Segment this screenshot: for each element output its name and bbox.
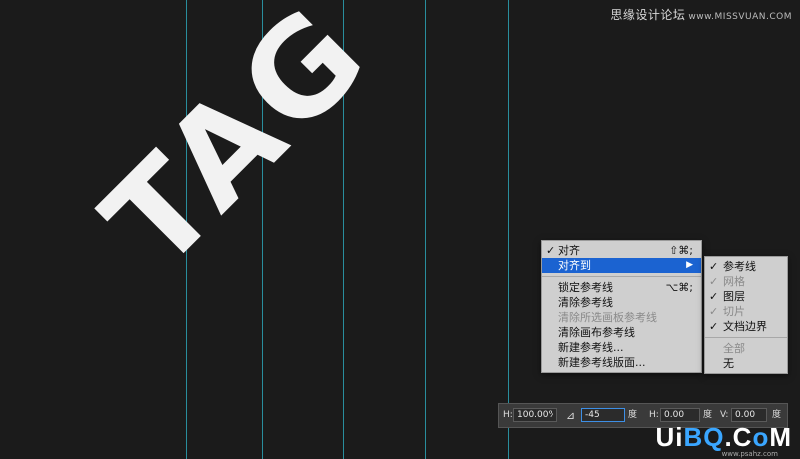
check-icon: ✓ <box>709 275 719 288</box>
skew-h-input[interactable] <box>660 408 700 422</box>
menu-item-label: 清除参考线 <box>558 296 613 309</box>
check-icon: ✓ <box>709 290 719 303</box>
menu-item-clear-artboard-guides: 清除所选画板参考线 <box>542 310 701 325</box>
watermark-bottom-sub: www.psahz.com <box>721 450 778 458</box>
menu-item-lock-guides[interactable]: 锁定参考线 ⌥⌘; <box>542 280 701 295</box>
submenu-item-none[interactable]: 无 <box>705 356 787 371</box>
menu-item-label: 网格 <box>723 275 745 288</box>
submenu-item-slices: ✓ 切片 <box>705 304 787 319</box>
watermark-top-cn: 思缘设计论坛 <box>610 8 686 22</box>
menu-item-label: 对齐到 <box>558 259 591 272</box>
watermark-top: 思缘设计论坛 www.MISSVUAN.COM <box>610 6 792 23</box>
menu-separator <box>542 276 701 277</box>
angle-icon: ⊿ <box>566 409 576 422</box>
guide-line[interactable] <box>508 0 509 459</box>
menu-item-label: 参考线 <box>723 260 756 273</box>
watermark-part: .C <box>724 422 753 452</box>
canvas[interactable]: TAG <box>0 0 800 459</box>
watermark-part: BQ <box>683 422 725 452</box>
check-icon: ✓ <box>709 260 719 273</box>
menu-item-label: 新建参考线版面... <box>558 356 646 369</box>
menu-separator <box>705 337 787 338</box>
skew-v-input[interactable] <box>731 408 767 422</box>
height-input[interactable] <box>513 408 557 422</box>
menu-item-snap-to[interactable]: 对齐到 ▶ <box>542 258 701 273</box>
menu-item-label: 对齐 <box>558 244 580 257</box>
watermark-part: o <box>752 422 770 452</box>
submenu-arrow-icon: ▶ <box>686 260 693 270</box>
submenu-item-grid: ✓ 网格 <box>705 274 787 289</box>
snap-to-submenu: ✓ 参考线 ✓ 网格 ✓ 图层 ✓ 切片 ✓ 文档边界 全部 无 <box>704 256 788 374</box>
guide-line[interactable] <box>425 0 426 459</box>
menu-item-clear-canvas-guides[interactable]: 清除画布参考线 <box>542 325 701 340</box>
watermark-part: M <box>769 422 792 452</box>
menu-shortcut: ⌥⌘; <box>665 281 693 294</box>
menu-item-new-guide[interactable]: 新建参考线... <box>542 340 701 355</box>
menu-item-label: 清除所选画板参考线 <box>558 311 657 324</box>
menu-item-label: 图层 <box>723 290 745 303</box>
menu-item-label: 全部 <box>723 342 745 355</box>
menu-item-clear-guides[interactable]: 清除参考线 <box>542 295 701 310</box>
height-label: H: <box>503 410 513 420</box>
menu-item-label: 锁定参考线 <box>558 281 613 294</box>
watermark-part: Ui <box>655 422 684 452</box>
menu-item-label: 新建参考线... <box>558 341 624 354</box>
menu-shortcut: ⇧⌘; <box>669 244 693 257</box>
snap-menu: ✓ 对齐 ⇧⌘; 对齐到 ▶ 锁定参考线 ⌥⌘; 清除参考线 清除所选画板参考线… <box>541 240 702 373</box>
submenu-item-guides[interactable]: ✓ 参考线 <box>705 259 787 274</box>
submenu-item-document-bounds[interactable]: ✓ 文档边界 <box>705 319 787 334</box>
menu-item-label: 文档边界 <box>723 320 767 333</box>
check-icon: ✓ <box>546 244 556 257</box>
check-icon: ✓ <box>709 305 719 318</box>
menu-item-label: 无 <box>723 357 734 370</box>
submenu-item-layers[interactable]: ✓ 图层 <box>705 289 787 304</box>
submenu-item-all: 全部 <box>705 341 787 356</box>
menu-item-label: 清除画布参考线 <box>558 326 635 339</box>
menu-item-new-guide-layout[interactable]: 新建参考线版面... <box>542 355 701 370</box>
menu-item-snap[interactable]: ✓ 对齐 ⇧⌘; <box>542 243 701 258</box>
watermark-top-en: www.MISSVUAN.COM <box>688 12 792 22</box>
check-icon: ✓ <box>709 320 719 333</box>
menu-item-label: 切片 <box>723 305 745 318</box>
angle-input[interactable] <box>581 408 625 422</box>
watermark-bottom-logo: UiBQ.CoM <box>655 422 792 453</box>
angle-unit: 度 <box>628 410 638 420</box>
